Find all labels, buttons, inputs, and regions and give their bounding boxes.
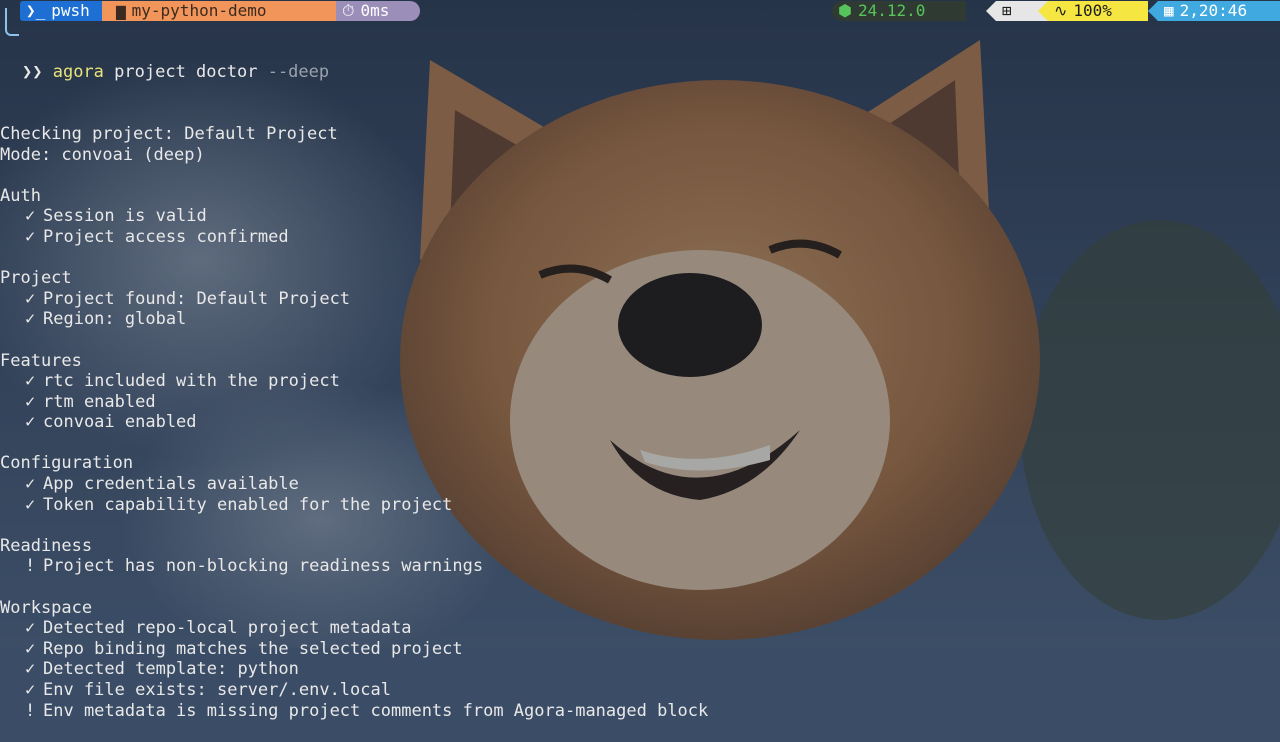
checkmark-icon: ✓ [25,412,36,433]
checkmark-icon: ✓ [25,680,36,700]
check-item: ✓ Session is valid [0,206,1280,227]
check-item-text: Project found: Default Project [43,288,351,309]
check-item-text: Session is valid [43,206,207,227]
folder-icon: ▆ [116,1,126,20]
check-item-text: Region: global [43,309,187,330]
prompt-chevron-icon: ❯❯ [22,62,53,83]
terminal-output[interactable]: ❯❯ agora project doctor --deep Checking … [0,21,1280,720]
nodejs-icon: ⬢ [838,1,852,20]
check-item: ✓ convoai enabled [0,412,1280,433]
current-directory: my-python-demo [131,1,267,20]
check-item: ✓ App credentials available [0,474,1280,495]
command-line[interactable]: ❯❯ agora project doctor --deep [0,62,1280,83]
check-item-text: Env file exists: server/.env.local [43,680,391,700]
section-title: Configuration [0,453,134,474]
shell-name: pwsh [51,1,90,20]
output-header-line: Checking project: Default Project [0,123,338,144]
command-name: agora [52,62,104,83]
exec-time: 0ms [360,1,390,20]
section-title: Project [0,268,72,289]
check-item-text: Repo binding matches the selected projec… [43,638,463,659]
section-title: Workspace [0,597,93,618]
check-item: ✓ Project found: Default Project [0,289,1280,310]
exec-time-segment: ⏱ 0ms [336,1,420,21]
heartbeat-icon: ∿ [1054,1,1068,20]
windows-icon: ⊞ [1002,1,1012,20]
checkmark-icon: ✓ [25,494,36,515]
check-item: ✓ Token capability enabled for the projec… [0,495,1280,516]
check-item-text: Detected template: python [43,659,299,680]
check-item: ✓ Repo binding matches the selected proje… [0,639,1280,660]
check-item: ✓ Detected repo-local project metadata [0,618,1280,639]
check-item-text: rtc included with the project [43,371,340,392]
checkmark-icon: ✓ [25,371,36,392]
checkmark-icon: ✓ [25,226,36,247]
check-item: ! Env metadata is missing project comment… [0,701,1280,722]
check-item-text: Env metadata is missing project comments… [43,700,709,721]
node-version: 24.12.0 [857,1,926,20]
battery-segment: ∿ 100% [1048,1,1148,21]
check-item-text: rtm enabled [43,391,156,412]
checkmark-icon: ✓ [25,309,36,330]
warning-icon: ! [25,556,36,577]
output-header-line: Mode: convoai (deep) [0,144,205,165]
checkmark-icon: ✓ [25,474,36,495]
segment-separator [986,1,996,21]
check-item: ✓ Region: global [0,309,1280,330]
node-version-segment: ⬢ 24.12.0 [832,1,966,21]
section-title: Features [0,350,82,371]
check-item-text: Detected repo-local project metadata [43,618,412,639]
calendar-icon: ▦ [1164,1,1174,20]
prompt-bar: ❯_ pwsh ▆ my-python-demo ⏱ 0ms ⬢ 24.12.0 ⊞ ∿… [0,0,1280,22]
check-item: ✓ rtc included with the project [0,371,1280,392]
warning-icon: ! [25,700,36,721]
checkmark-icon: ✓ [25,659,36,680]
battery-level: 100% [1073,1,1112,20]
check-item: ✓ rtm enabled [0,392,1280,413]
check-item-text: Token capability enabled for the project [43,494,453,515]
check-item: ✓ Env file exists: server/.env.local [0,680,1280,701]
clock-segment: ▦ 2,20:46 [1158,1,1280,21]
segment-separator [320,1,330,21]
path-segment: ▆ my-python-demo [102,1,342,21]
check-item: ! Project has non-blocking readiness warn… [0,556,1280,577]
command-args: project doctor [114,62,258,83]
section-title: Auth [0,185,41,206]
output-lines: Checking project: Default Project Mode: c… [0,124,1280,721]
check-item-text: App credentials available [43,474,299,495]
segment-separator [1148,1,1158,21]
command-flag: --deep [267,62,330,83]
stopwatch-icon: ⏱ [342,1,355,20]
segment-separator [1038,1,1048,21]
check-item-text: Project has non-blocking readiness warni… [43,556,484,577]
terminal-prompt-icon: ❯_ [26,1,46,20]
checkmark-icon: ✓ [25,618,36,639]
checkmark-icon: ✓ [25,288,36,309]
check-item: ✓ Detected template: python [0,659,1280,680]
clock-time: 2,20:46 [1179,1,1248,20]
checkmark-icon: ✓ [25,638,36,659]
check-item: ✓ Project access confirmed [0,227,1280,248]
section-title: Readiness [0,535,93,556]
checkmark-icon: ✓ [25,391,36,412]
check-item-text: convoai enabled [43,412,197,433]
check-item-text: Project access confirmed [43,226,289,247]
checkmark-icon: ✓ [25,206,36,227]
